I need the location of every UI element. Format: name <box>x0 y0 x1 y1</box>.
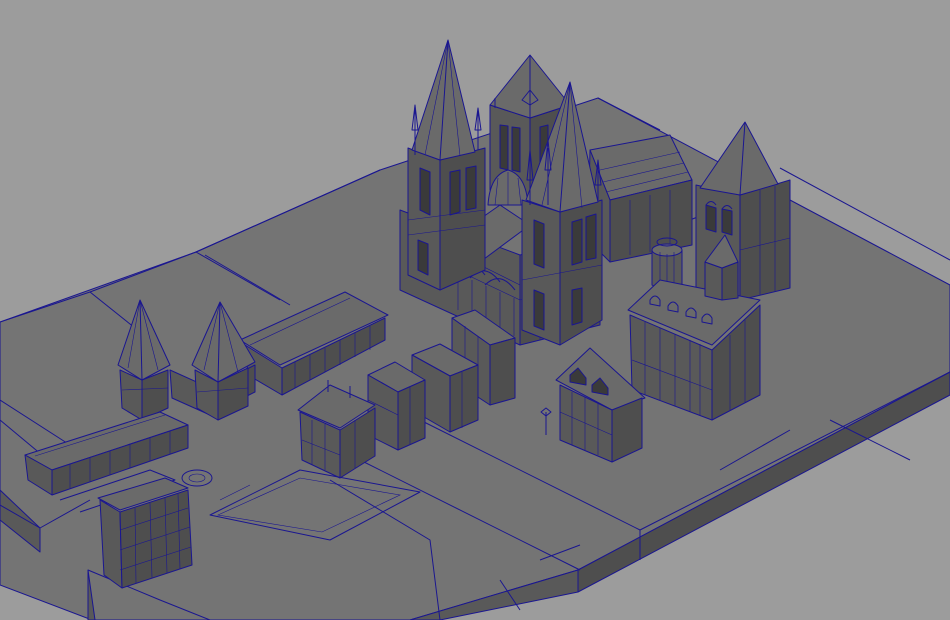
maya-viewport[interactable] <box>0 0 950 620</box>
cathedral-left-spire[interactable] <box>407 39 486 291</box>
scene-canvas[interactable] <box>0 0 950 620</box>
